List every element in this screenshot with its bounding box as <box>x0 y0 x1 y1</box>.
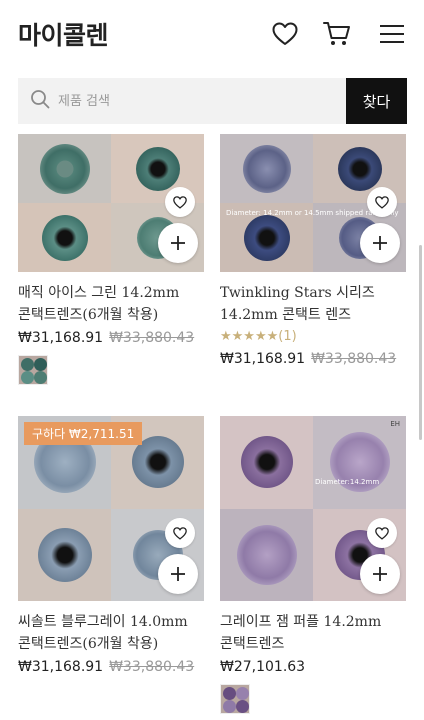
header: 마이콜렌 <box>0 0 424 68</box>
brand-logo[interactable]: 마이콜렌 <box>18 16 109 52</box>
product-name[interactable]: 매직 아이스 그린 14.2mm 콘택트렌즈(6개월 착용) <box>18 282 204 326</box>
product-price: ₩31,168.91 ₩33,880.43 <box>220 349 406 369</box>
wishlist-icon[interactable] <box>269 18 301 50</box>
quick-add-button[interactable] <box>360 223 400 263</box>
add-to-wishlist-button[interactable] <box>165 187 195 217</box>
search-icon <box>30 89 50 114</box>
product-grid: 매직 아이스 그린 14.2mm 콘택트렌즈(6개월 착용) ₩31,168.9… <box>0 134 424 720</box>
sale-price: ₩31,168.91 <box>220 351 306 367</box>
page-scrollbar[interactable] <box>419 245 422 440</box>
original-price: ₩33,880.43 <box>311 351 397 367</box>
eye-image <box>337 146 382 191</box>
eye-photo <box>220 416 313 509</box>
search-button[interactable]: 찾다 <box>346 78 407 124</box>
eye-photo <box>18 508 111 601</box>
image-caption: Diameter:14.2mm <box>315 478 380 486</box>
product-price: ₩27,101.63 <box>220 657 406 677</box>
product-name[interactable]: Twinkling Stars 시리즈 14.2mm 콘택트 렌즈 <box>220 282 406 326</box>
add-to-wishlist-button[interactable] <box>165 518 195 548</box>
product-rating[interactable]: ★★★★★(1) <box>220 326 406 347</box>
lens-photo <box>18 134 111 203</box>
product-card[interactable]: Diameter: 14.2mm or 14.5mm shipped rando… <box>220 134 406 369</box>
sale-price: ₩27,101.63 <box>220 659 306 675</box>
search-input[interactable] <box>58 93 298 109</box>
lens-image <box>242 144 291 193</box>
variant-swatch[interactable] <box>18 355 48 385</box>
original-price: ₩33,880.43 <box>109 330 195 346</box>
original-price: ₩33,880.43 <box>109 659 195 675</box>
eye-photo <box>18 203 111 272</box>
savings-badge: 구하다 ₩2,711.51 <box>24 422 143 445</box>
lens-image <box>236 524 297 585</box>
brand-mark: EH <box>390 420 400 428</box>
product-price: ₩31,168.91 ₩33,880.43 <box>18 328 204 348</box>
lens-photo <box>220 134 313 203</box>
quick-add-button[interactable] <box>360 554 400 594</box>
lens-image <box>39 143 90 194</box>
quick-add-button[interactable] <box>158 223 198 263</box>
product-name[interactable]: 그레이프 잼 퍼플 14.2mm 콘택트렌즈 <box>220 611 406 655</box>
product-image[interactable]: Diameter:14.2mm EH <box>220 416 406 601</box>
product-card[interactable]: Diameter:14.2mm EH 그레이프 잼 퍼플 14.2mm 콘택트렌… <box>220 416 406 714</box>
eye-image <box>41 214 88 261</box>
product-image[interactable] <box>18 134 204 272</box>
eye-image <box>240 436 293 489</box>
eye-image <box>135 146 180 191</box>
search-bar: 찾다 <box>18 78 407 124</box>
lens-photo <box>313 416 406 509</box>
product-card[interactable]: 매직 아이스 그린 14.2mm 콘택트렌즈(6개월 착용) ₩31,168.9… <box>18 134 204 385</box>
quick-add-button[interactable] <box>158 554 198 594</box>
eye-image <box>37 527 92 582</box>
eye-image <box>243 214 290 261</box>
sale-price: ₩31,168.91 <box>18 330 104 346</box>
add-to-wishlist-button[interactable] <box>367 187 397 217</box>
hamburger-menu-icon[interactable] <box>376 18 408 50</box>
review-count: (1) <box>278 329 297 344</box>
product-image[interactable]: 구하다 ₩2,711.51 <box>18 416 204 601</box>
sale-price: ₩31,168.91 <box>18 659 104 675</box>
cart-icon[interactable] <box>321 18 353 50</box>
lens-photo <box>220 508 313 601</box>
variant-swatch[interactable] <box>220 684 250 714</box>
product-card[interactable]: 구하다 ₩2,711.51 씨솔트 블루그레이 14.0mm 콘택트렌즈(6개월… <box>18 416 204 677</box>
product-name[interactable]: 씨솔트 블루그레이 14.0mm 콘택트렌즈(6개월 착용) <box>18 611 204 655</box>
product-price: ₩31,168.91 ₩33,880.43 <box>18 657 204 677</box>
add-to-wishlist-button[interactable] <box>367 518 397 548</box>
product-image[interactable]: Diameter: 14.2mm or 14.5mm shipped rando… <box>220 134 406 272</box>
rating-stars: ★★★★★ <box>220 328 279 343</box>
search-field[interactable] <box>18 78 346 124</box>
